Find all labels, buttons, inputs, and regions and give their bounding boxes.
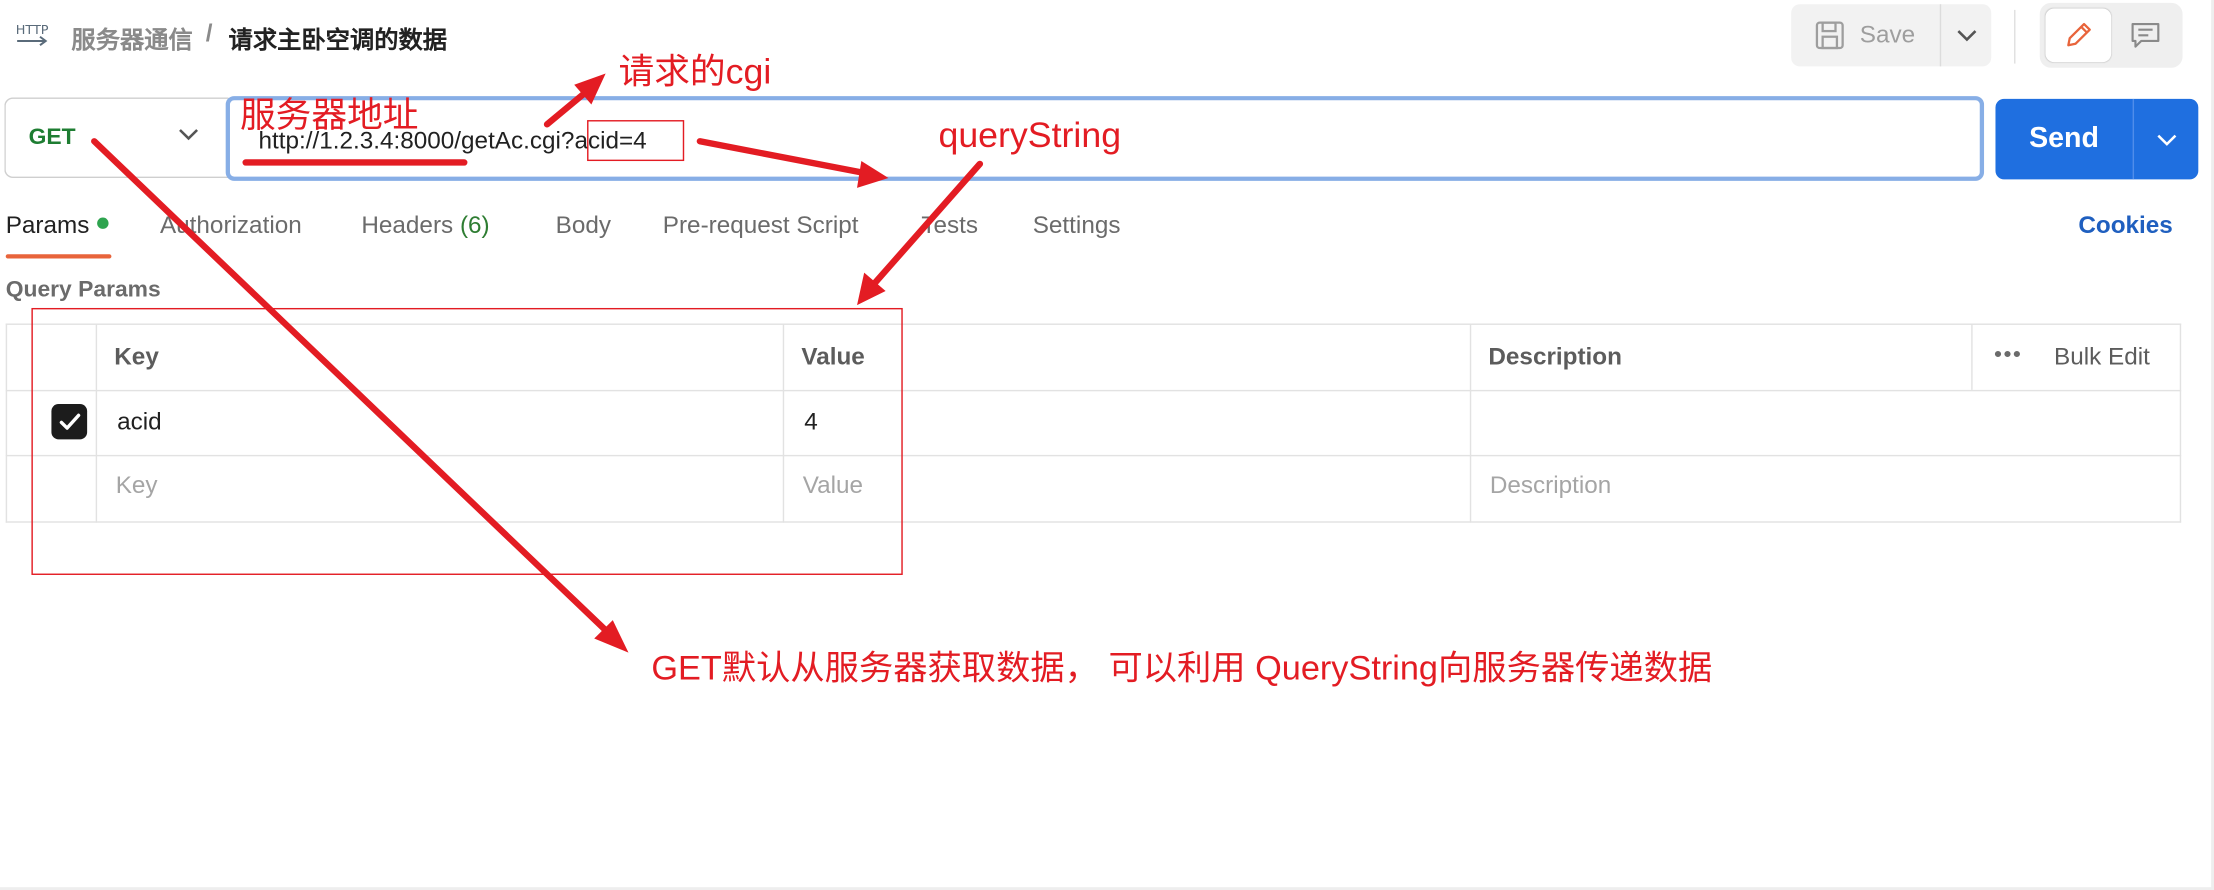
tab-body[interactable]: Body [556, 212, 611, 240]
query-string-highlight-box [587, 120, 685, 162]
send-button[interactable]: Send [1995, 99, 2132, 180]
tab-params-label: Params [5, 211, 90, 239]
params-highlight-box [31, 307, 903, 575]
tab-headers[interactable]: Headers (6) [361, 212, 489, 240]
view-mode-toggle [2039, 2, 2183, 68]
edit-mode-button[interactable] [2045, 8, 2112, 63]
method-select[interactable]: GET [4, 97, 229, 179]
table-border [1469, 323, 1472, 523]
annotation-note: GET默认从服务器获取数据， 可以利用 QueryString向服务器传递数据 [651, 649, 1713, 688]
chevron-down-icon [179, 129, 199, 141]
breadcrumb-parent[interactable]: 服务器通信 [71, 20, 192, 55]
tab-headers-label: Headers [361, 211, 454, 239]
active-tab-indicator [5, 254, 112, 259]
send-button-group: Send [1995, 98, 2199, 180]
save-button[interactable]: Save [1791, 4, 1940, 66]
query-params-title: Query Params [5, 278, 161, 303]
table-border [5, 323, 8, 523]
svg-text:HTTP: HTTP [16, 23, 49, 38]
arrowhead [857, 272, 886, 306]
comment-icon [2131, 22, 2160, 48]
params-active-dot [96, 217, 108, 229]
pencil-icon [2067, 22, 2091, 47]
comment-mode-button[interactable] [2114, 8, 2177, 62]
annotation-server-address: 服务器地址 [239, 96, 419, 136]
tab-pre-request-script[interactable]: Pre-request Script [663, 212, 859, 240]
divider [2014, 9, 2016, 64]
save-icon [1815, 21, 1844, 50]
chevron-down-icon [1956, 30, 1976, 42]
annotation-query-string: queryString [938, 115, 1122, 156]
tab-settings[interactable]: Settings [1033, 212, 1121, 240]
request-name[interactable]: 请求主卧空调的数据 [229, 20, 448, 55]
arrowhead [594, 620, 629, 653]
save-label: Save [1859, 21, 1916, 49]
new-description-input[interactable]: Description [1490, 472, 1611, 500]
table-border [1971, 323, 1973, 390]
http-icon: HTTP [16, 23, 49, 46]
headers-count: (6) [459, 211, 490, 239]
breadcrumb-separator: / [205, 19, 213, 47]
send-options-button[interactable] [2134, 99, 2198, 180]
chevron-down-icon [2156, 134, 2176, 146]
bulk-edit-button[interactable]: Bulk Edit [2054, 343, 2150, 371]
tab-params[interactable]: Params [6, 212, 108, 240]
save-options-button[interactable] [1941, 4, 1991, 66]
tab-authorization[interactable]: Authorization [160, 212, 302, 240]
tab-tests[interactable]: Tests [921, 212, 978, 240]
table-border [2179, 323, 2182, 523]
method-label: GET [28, 125, 76, 150]
annotation-request-cgi: 请求的cgi [618, 52, 772, 92]
more-horizontal-icon[interactable]: ••• [1994, 343, 2022, 368]
column-header-description: Description [1488, 343, 1622, 371]
cookies-link[interactable]: Cookies [2078, 212, 2172, 240]
save-button-group: Save [1791, 4, 1992, 67]
